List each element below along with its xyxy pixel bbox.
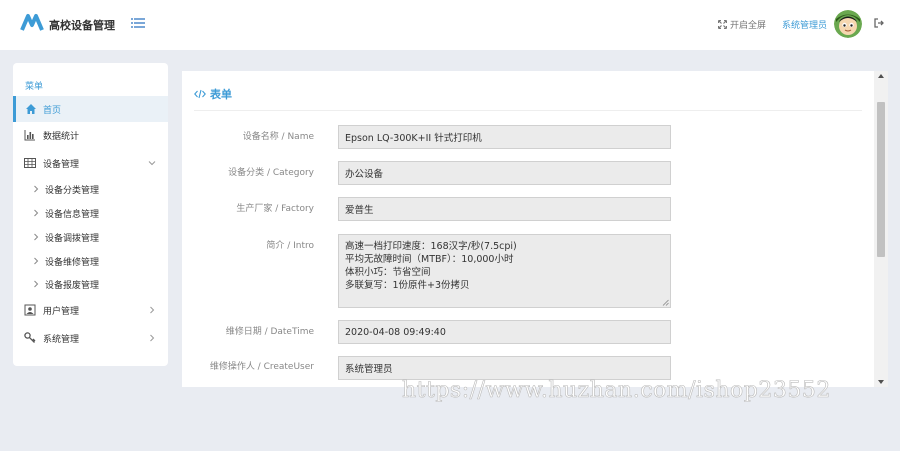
- sidebar-subitem-label: 设备信息管理: [45, 209, 100, 220]
- fullscreen-button[interactable]: 开启全屏: [718, 18, 766, 31]
- sidebar-item-system-management[interactable]: 系统管理: [13, 325, 168, 351]
- scroll-thumb[interactable]: [877, 102, 885, 257]
- user-icon: [24, 304, 36, 316]
- code-icon: [194, 89, 206, 99]
- chevron-right-icon: [34, 209, 39, 217]
- sidebar-subitem-category[interactable]: 设备分类管理: [13, 178, 168, 200]
- sidebar-subitem-scrap[interactable]: 设备报废管理: [13, 273, 168, 295]
- category-label: 设备分类 / Category: [228, 168, 314, 178]
- sidebar-item-label: 数据统计: [43, 131, 80, 142]
- bar-chart-icon: [24, 130, 35, 141]
- divider: [194, 110, 862, 111]
- table-icon: [24, 158, 36, 168]
- fullscreen-label: 开启全屏: [730, 21, 767, 31]
- sidebar-item-label: 设备管理: [43, 159, 80, 170]
- sidebar-item-user-management[interactable]: 用户管理: [13, 297, 168, 323]
- factory-label: 生产厂家 / Factory: [236, 204, 314, 214]
- chevron-right-icon: [150, 306, 155, 314]
- sidebar-title: 菜单: [25, 82, 44, 92]
- sidebar-item-label: 系统管理: [43, 334, 80, 345]
- create-user-value: 系统管理员: [345, 364, 393, 375]
- chevron-right-icon: [34, 280, 39, 288]
- form-panel: 表单 设备名称 / Name Epson LQ-300K+II 针式打印机 设备…: [182, 71, 874, 387]
- name-value: Epson LQ-300K+II 针式打印机: [345, 133, 482, 144]
- factory-field[interactable]: 爱普生: [338, 197, 671, 221]
- avatar[interactable]: [834, 10, 862, 38]
- chevron-down-icon: [148, 161, 156, 166]
- create-user-field[interactable]: 系统管理员: [338, 356, 671, 380]
- chevron-right-icon: [34, 185, 39, 193]
- expand-icon: [718, 20, 727, 29]
- key-icon: [24, 332, 36, 343]
- sidebar-item-device-management[interactable]: 设备管理: [13, 150, 168, 176]
- datetime-label: 维修日期 / DateTime: [225, 327, 314, 337]
- sidebar-subitem-label: 设备分类管理: [45, 185, 100, 196]
- sidebar-subitem-label: 设备报废管理: [45, 280, 100, 291]
- scrollbar[interactable]: [874, 71, 888, 387]
- sidebar-subitem-repair[interactable]: 设备维修管理: [13, 250, 168, 272]
- scroll-down-arrow[interactable]: [878, 380, 884, 384]
- logo-icon: [20, 14, 44, 31]
- logout-icon[interactable]: [874, 18, 884, 28]
- category-value: 办公设备: [345, 169, 384, 180]
- datetime-value: 2020-04-08 09:49:40: [345, 326, 446, 338]
- category-field[interactable]: 办公设备: [338, 161, 671, 185]
- home-icon: [26, 104, 36, 114]
- intro-value: 高速一档打印速度：168汉字/秒(7.5cpi) 平均无故障时间（MTBF）：1…: [345, 241, 517, 291]
- sidebar-item-label: 首页: [43, 105, 62, 116]
- app-title: 高校设备管理: [49, 19, 115, 32]
- name-field[interactable]: Epson LQ-300K+II 针式打印机: [338, 125, 671, 149]
- top-header: 高校设备管理 开启全屏 系统管理员: [0, 0, 900, 50]
- scroll-up-arrow[interactable]: [878, 74, 884, 78]
- sidebar-subitem-label: 设备调拨管理: [45, 233, 100, 244]
- sidebar-item-home[interactable]: 首页: [13, 96, 168, 122]
- chevron-right-icon: [150, 334, 155, 342]
- name-label: 设备名称 / Name: [242, 132, 314, 142]
- intro-label: 简介 / Intro: [266, 241, 314, 251]
- watermark-text: https://www.huzhan.com/ishop23552: [402, 378, 831, 404]
- chevron-right-icon: [34, 257, 39, 265]
- form-title: 表单: [210, 88, 232, 101]
- create-user-label: 维修操作人 / CreateUser: [209, 362, 314, 372]
- form-header: 表单: [194, 86, 232, 102]
- sidebar-item-label: 用户管理: [43, 306, 80, 317]
- factory-value: 爱普生: [345, 205, 374, 216]
- sidebar-subitem-transfer[interactable]: 设备调拨管理: [13, 226, 168, 248]
- sidebar-subitem-info[interactable]: 设备信息管理: [13, 202, 168, 224]
- sidebar-item-statistics[interactable]: 数据统计: [13, 122, 168, 148]
- resize-handle-icon[interactable]: [662, 299, 669, 306]
- sidebar-subitem-label: 设备维修管理: [45, 257, 100, 268]
- menu-toggle-icon[interactable]: [131, 17, 145, 29]
- admin-name-link[interactable]: 系统管理员: [782, 18, 827, 31]
- chevron-right-icon: [34, 233, 39, 241]
- intro-textarea[interactable]: 高速一档打印速度：168汉字/秒(7.5cpi) 平均无故障时间（MTBF）：1…: [338, 234, 671, 308]
- sidebar: 菜单 首页 数据统计 设备管理 设备分类管理 设备信息管理 设备调拨管理 设备维…: [13, 63, 168, 366]
- datetime-field[interactable]: 2020-04-08 09:49:40: [338, 320, 671, 344]
